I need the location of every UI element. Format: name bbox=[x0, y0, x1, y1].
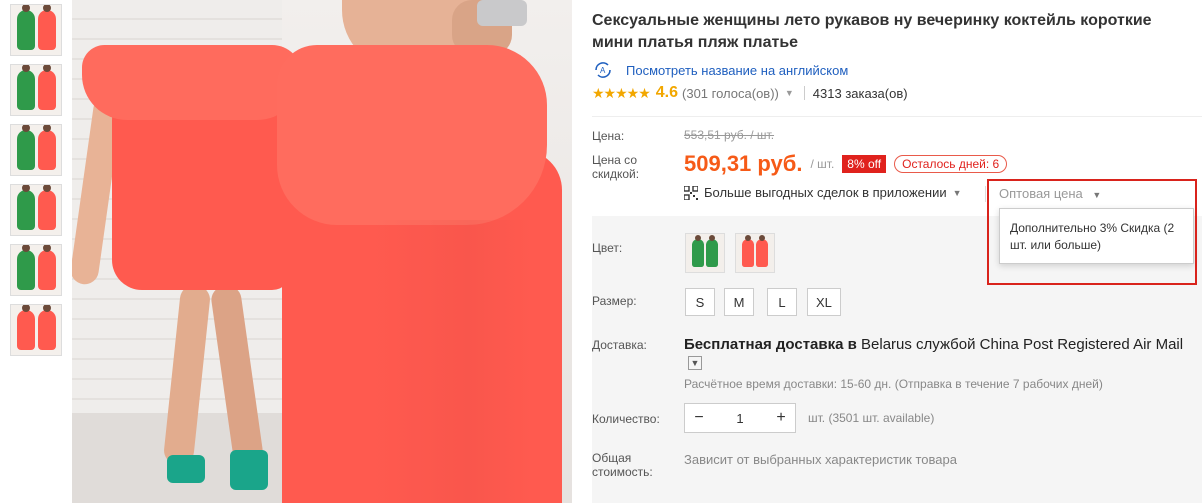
thumbnail-figure-coral bbox=[37, 185, 56, 230]
color-swatch-coral bbox=[742, 235, 754, 267]
thumbnail-figure-green bbox=[16, 245, 35, 290]
color-swatch-green bbox=[706, 235, 718, 267]
quantity-increase-button[interactable]: + bbox=[767, 404, 795, 432]
rating-row: ★★★★★ 4.6 (301 голоса(ов)) ▼ 4313 заказа… bbox=[592, 84, 908, 102]
thumbnail-3[interactable] bbox=[10, 124, 62, 176]
model-shoe bbox=[167, 455, 205, 483]
caret-down-icon: ▼ bbox=[952, 187, 962, 198]
highlight-box bbox=[987, 179, 1197, 285]
color-option-green[interactable] bbox=[685, 233, 725, 273]
price-row: 509,31 руб. / шт. 8% off Осталось дней: … bbox=[684, 151, 1008, 177]
color-option-coral[interactable] bbox=[735, 233, 775, 273]
thumbnail-figure-green bbox=[16, 65, 35, 110]
rating-stars-icon: ★★★★★ bbox=[592, 84, 651, 101]
thumbnail-figure-coral bbox=[16, 305, 35, 350]
color-swatch-coral bbox=[756, 235, 768, 267]
quantity-stepper: − + bbox=[684, 403, 796, 433]
dress-shading bbox=[372, 220, 532, 503]
wholesale-divider bbox=[985, 186, 986, 202]
thumbnail-figure-coral bbox=[37, 5, 56, 50]
quantity-label: Количество: bbox=[592, 412, 660, 426]
translate-link-label: Посмотреть название на английском bbox=[626, 62, 849, 78]
color-swatch-green bbox=[692, 235, 704, 267]
thumbnail-figure-coral bbox=[37, 65, 56, 110]
days-left-badge: Осталось дней: 6 bbox=[894, 155, 1008, 173]
chevron-down-icon[interactable]: ▼ bbox=[688, 356, 702, 371]
total-note: Зависит от выбранных характеристик товар… bbox=[684, 452, 957, 467]
thumbnail-5[interactable] bbox=[10, 244, 62, 296]
svg-text:A: A bbox=[600, 66, 606, 75]
size-option-m[interactable]: M bbox=[724, 288, 754, 316]
translate-icon: A bbox=[595, 62, 611, 78]
quantity-decrease-button[interactable]: − bbox=[685, 404, 713, 432]
dress-ruffle-left bbox=[82, 45, 302, 120]
size-option-xl[interactable]: XL bbox=[807, 288, 841, 316]
thumbnail-figure-coral bbox=[37, 245, 56, 290]
rating-divider bbox=[803, 86, 805, 100]
app-deals-label: Больше выгодных сделок в приложении bbox=[704, 185, 947, 200]
discount-price-label: Цена со скидкой: bbox=[592, 153, 640, 181]
model-shoe bbox=[230, 450, 268, 490]
translate-link[interactable]: A Посмотреть название на английском bbox=[592, 61, 848, 79]
free-shipping-text: Бесплатная доставка в bbox=[684, 336, 857, 353]
thumbnail-list bbox=[10, 4, 64, 364]
chevron-down-icon[interactable]: ▼ bbox=[785, 88, 794, 98]
product-title: Сексуальные женщины лето рукавов ну вече… bbox=[592, 12, 1152, 51]
thumbnail-6[interactable] bbox=[10, 304, 62, 356]
phone-in-hand bbox=[477, 0, 527, 26]
qr-code-icon bbox=[684, 185, 698, 200]
price-unit: / шт. bbox=[810, 157, 835, 171]
delivery-estimate: Расчётное время доставки: 15-60 дн. (Отп… bbox=[684, 377, 1103, 391]
thumbnail-figure-green bbox=[16, 125, 35, 170]
original-price: 553,51 руб. / шт. bbox=[684, 128, 775, 142]
shipping-label: Доставка: bbox=[592, 338, 647, 352]
rating-score: 4.6 bbox=[655, 84, 679, 101]
app-deals-link[interactable]: Больше выгодных сделок в приложении ▼ bbox=[684, 185, 962, 200]
price-label: Цена: bbox=[592, 129, 625, 143]
quantity-input[interactable] bbox=[713, 410, 767, 426]
size-label: Размер: bbox=[592, 294, 637, 308]
size-option-l[interactable]: L bbox=[767, 288, 797, 316]
color-label: Цвет: bbox=[592, 241, 623, 255]
thumbnail-4[interactable] bbox=[10, 184, 62, 236]
thumbnail-2[interactable] bbox=[10, 64, 62, 116]
thumbnail-figure-coral bbox=[37, 125, 56, 170]
votes-count[interactable]: (301 голоса(ов)) bbox=[682, 86, 779, 101]
shipping-destination: Belarus службой China Post Registered Ai… bbox=[861, 336, 1184, 353]
orders-count: 4313 заказа(ов) bbox=[812, 85, 908, 101]
size-option-s[interactable]: S bbox=[685, 288, 715, 316]
discount-badge: 8% off bbox=[842, 155, 887, 173]
shipping-info: Бесплатная доставка в Belarus службой Ch… bbox=[684, 336, 1199, 372]
divider bbox=[592, 116, 1202, 117]
thumbnail-figure-green bbox=[16, 185, 35, 230]
thumbnail-figure-coral bbox=[37, 305, 56, 350]
thumbnail-figure-green bbox=[16, 5, 35, 50]
main-product-image[interactable] bbox=[72, 0, 572, 503]
discounted-price: 509,31 руб. bbox=[684, 151, 803, 176]
thumbnail-1[interactable] bbox=[10, 4, 62, 56]
dress-ruffle-right bbox=[277, 45, 547, 225]
quantity-available: шт. (3501 шт. available) bbox=[808, 411, 935, 425]
total-label: Общая стоимость: bbox=[592, 451, 653, 479]
